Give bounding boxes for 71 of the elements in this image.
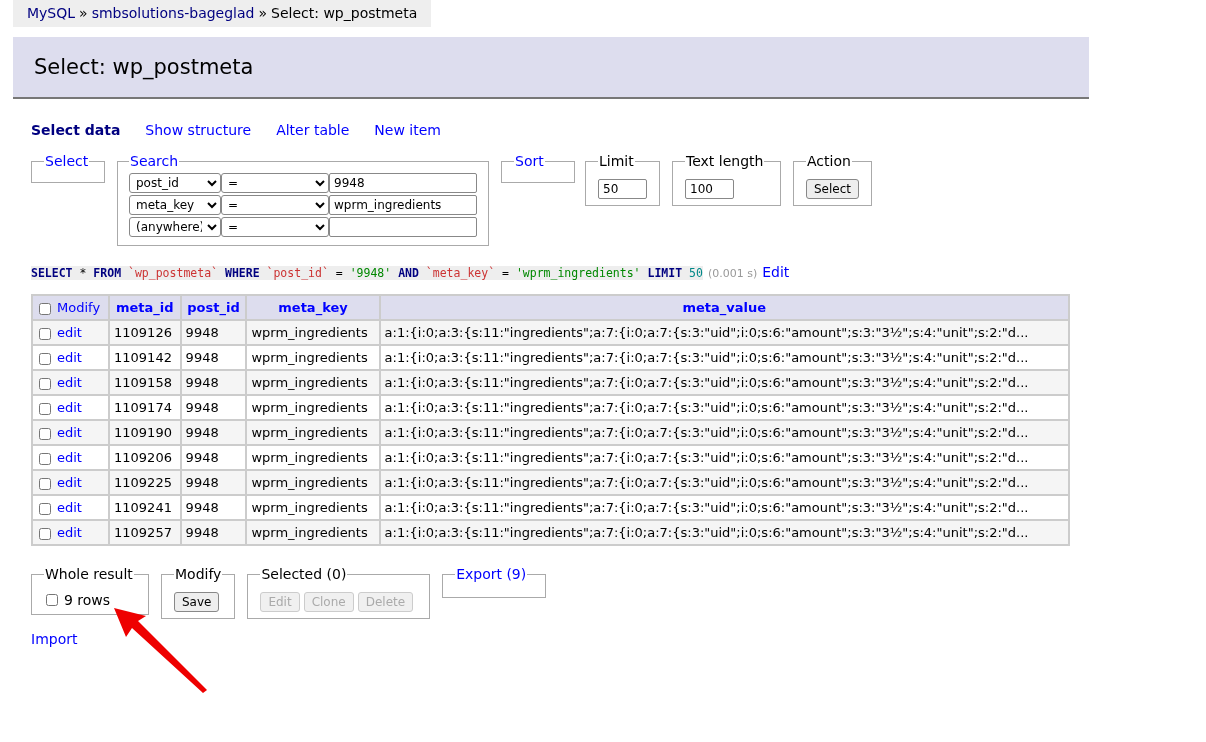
row-checkbox[interactable] <box>39 502 51 515</box>
rows-label: 9 rows <box>64 592 111 608</box>
breadcrumb-link[interactable]: MySQL <box>27 5 76 21</box>
breadcrumb-separator: » <box>79 5 88 21</box>
nav-link[interactable]: Show structure <box>145 122 252 138</box>
value-field[interactable] <box>329 217 477 237</box>
sql-query: SELECT * FROM `wp_postmeta` WHERE `post_id` = '9948' AND `meta_key` = 'wprm_ingredients' LIMIT 50 <box>31 266 703 280</box>
text-length-field[interactable]: 100 <box>685 179 734 199</box>
legend-link[interactable]: Sort <box>514 153 545 169</box>
fieldset-legend: Whole result <box>44 566 134 582</box>
import-link[interactable]: Import <box>31 631 78 647</box>
rows-checkbox[interactable] <box>46 594 58 606</box>
breadcrumb-separator: » <box>258 5 268 21</box>
table-cell: a:1:{i:0;a:3:{s:11:"ingredients";a:7:{i:0;a:7:{s:3:"uid";i:0;s:6:"amount";s:3:"3½";s:4:"unit";s:2:"d... <box>379 470 1069 495</box>
fieldset-legend: Text length <box>685 153 765 169</box>
value-field[interactable]: 9948 <box>329 173 477 193</box>
row-checkbox[interactable] <box>39 377 51 390</box>
edit-link[interactable]: edit <box>57 325 82 340</box>
table-cell: wprm_ingredients <box>246 420 380 445</box>
legend-link[interactable]: Select <box>44 153 90 169</box>
column-dropdown[interactable]: meta_key <box>129 195 221 215</box>
table-cell: a:1:{i:0;a:3:{s:11:"ingredients";a:7:{i:0;a:7:{s:3:"uid";i:0;s:6:"amount";s:3:"3½";s:4:"unit";s:2:"d... <box>379 320 1069 345</box>
legend-link[interactable]: Search <box>129 153 180 169</box>
table-cell: wprm_ingredients <box>246 370 380 395</box>
column-dropdown[interactable]: post_id <box>129 173 221 193</box>
nav-link[interactable]: New item <box>374 122 441 138</box>
fieldset-legend: Limit <box>598 153 635 169</box>
edit-link[interactable]: edit <box>57 375 82 390</box>
table-cell: a:1:{i:0;a:3:{s:11:"ingredients";a:7:{i:0;a:7:{s:3:"uid";i:0;s:6:"amount";s:3:"3½";s:4:"unit";s:2:"d... <box>379 420 1069 445</box>
row-checkbox[interactable] <box>39 352 51 365</box>
table-cell: a:1:{i:0;a:3:{s:11:"ingredients";a:7:{i:0;a:7:{s:3:"uid";i:0;s:6:"amount";s:3:"3½";s:4:"unit";s:2:"d... <box>379 520 1069 545</box>
legend-link[interactable]: Export (9) <box>455 566 528 582</box>
breadcrumb-link[interactable]: smbsolutions-bageglad <box>91 5 255 21</box>
operator-dropdown[interactable]: = <box>221 217 329 237</box>
page-title: Select: wp_postmeta <box>34 55 254 79</box>
row-checkbox[interactable] <box>39 477 51 490</box>
row-checkbox[interactable] <box>39 452 51 465</box>
column-header[interactable]: meta_value <box>379 295 1069 320</box>
edit-query-link[interactable]: Edit <box>762 264 790 280</box>
column-header[interactable]: meta_id <box>109 295 181 320</box>
fieldset-legend: Selected (0) <box>260 566 348 582</box>
table-cell: a:1:{i:0;a:3:{s:11:"ingredients";a:7:{i:0;a:7:{s:3:"uid";i:0;s:6:"amount";s:3:"3½";s:4:"unit";s:2:"d... <box>379 370 1069 395</box>
edit-link[interactable]: edit <box>57 475 82 490</box>
save-button[interactable]: Save <box>174 592 220 612</box>
operator-dropdown[interactable]: = <box>221 195 329 215</box>
edit-link[interactable]: edit <box>57 525 82 540</box>
select-all-checkbox[interactable] <box>39 302 51 315</box>
table-cell: wprm_ingredients <box>246 470 380 495</box>
edit-link[interactable]: edit <box>57 425 82 440</box>
edit-link[interactable]: edit <box>57 400 82 415</box>
edit-link[interactable]: edit <box>57 500 82 515</box>
operator-dropdown[interactable]: = <box>221 173 329 193</box>
breadcrumb-current: Select: wp_postmeta <box>271 5 418 21</box>
fieldset-legend: Modify <box>174 566 223 582</box>
limit-field[interactable]: 50 <box>598 179 647 199</box>
nav-link[interactable]: Alter table <box>276 122 350 138</box>
query-time: (0.001 s) <box>707 267 758 280</box>
row-checkbox[interactable] <box>39 427 51 440</box>
row-checkbox[interactable] <box>39 527 51 540</box>
column-header[interactable]: post_id <box>180 295 247 320</box>
select-button[interactable]: Select <box>806 179 860 199</box>
nav-link[interactable]: Select data <box>31 122 121 138</box>
edit-link[interactable]: edit <box>57 350 82 365</box>
table-cell: wprm_ingredients <box>246 520 380 545</box>
value-field[interactable]: wprm_ingredients <box>329 195 477 215</box>
column-header[interactable]: meta_key <box>246 295 380 320</box>
edit-link[interactable]: edit <box>57 450 82 465</box>
row-checkbox[interactable] <box>39 327 51 340</box>
row-checkbox[interactable] <box>39 402 51 415</box>
table-cell: wprm_ingredients <box>246 320 380 345</box>
fieldset-legend: Action <box>806 153 852 169</box>
